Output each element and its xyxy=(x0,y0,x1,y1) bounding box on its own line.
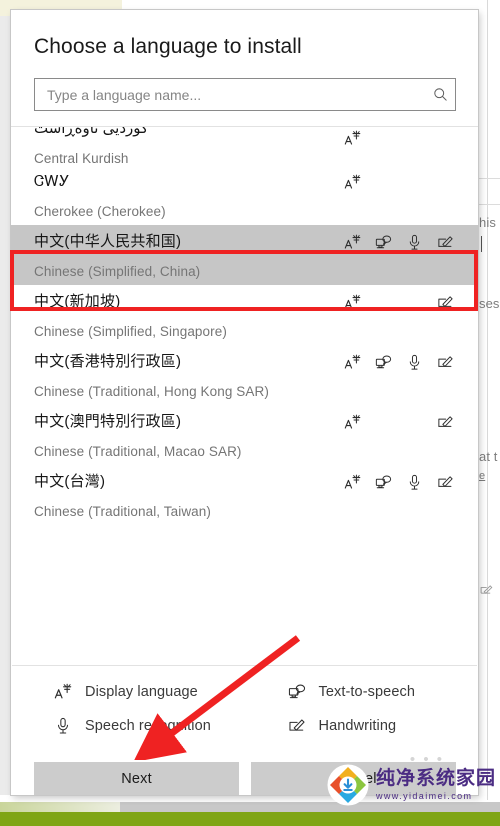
handwriting-icon xyxy=(436,352,456,372)
watermark-logo-icon xyxy=(327,764,369,806)
display-language-icon xyxy=(342,472,362,492)
watermark-text: 纯净系统家园 www.yidaimei.com xyxy=(376,769,496,801)
background-handwriting-icon xyxy=(479,583,493,600)
language-row[interactable]: کوردیی ناوەڕاست Central Kurdish xyxy=(11,127,478,165)
display-language-icon xyxy=(342,172,362,192)
legend-item-label: Display language xyxy=(85,684,198,700)
language-feature-icons xyxy=(342,128,456,148)
background-left-strip xyxy=(0,0,11,795)
display-language-icon xyxy=(342,412,362,432)
legend-item-text-to-speech: Text-to-speech xyxy=(245,682,479,702)
language-feature-icons xyxy=(342,472,456,492)
next-button[interactable]: Next xyxy=(34,762,239,795)
legend-item-label: Speech recognition xyxy=(85,718,211,734)
background-text-caret xyxy=(481,236,482,252)
legend-item-label: Handwriting xyxy=(318,718,397,734)
language-english-name: Cherokee (Cherokee) xyxy=(34,204,166,219)
language-english-name: Chinese (Traditional, Macao SAR) xyxy=(34,444,242,459)
legend-item-handwriting: Handwriting xyxy=(245,716,479,736)
legend-item-speech-recognition: Speech recognition xyxy=(11,716,245,736)
language-english-name: Chinese (Simplified, China) xyxy=(34,264,201,279)
language-row[interactable]: 中文(台灣) Chinese (Traditional, Taiwan) xyxy=(11,465,478,525)
handwriting-icon xyxy=(436,292,456,312)
language-row[interactable]: ᏣᎳᎩ Cherokee (Cherokee) xyxy=(11,165,478,225)
watermark-site-url: www.yidaimei.com xyxy=(375,791,473,801)
language-list[interactable]: کوردیی ناوەڕاست Central Kurdish ᏣᎳᎩ Cheroke… xyxy=(11,127,478,665)
language-feature-icons xyxy=(342,412,456,432)
search-input[interactable] xyxy=(35,86,425,103)
text-to-speech-icon xyxy=(373,472,393,492)
display-language-icon xyxy=(342,352,362,372)
watermark-site-name: 纯净系统家园 xyxy=(375,767,496,789)
language-english-name: Chinese (Simplified, Singapore) xyxy=(34,324,227,339)
background-rule-1 xyxy=(478,178,500,179)
handwriting-icon xyxy=(287,716,307,736)
language-row[interactable]: 中文(中华人民共和国) Chinese (Simplified, China) xyxy=(11,225,478,285)
choose-language-dialog: Choose a language to install کوردیی ناوە… xyxy=(11,10,478,795)
background-bottom-fade xyxy=(0,802,120,812)
display-language-icon xyxy=(342,128,362,148)
language-english-name: Chinese (Traditional, Taiwan) xyxy=(34,504,211,519)
background-text-fragment-2: ses xyxy=(479,296,500,311)
display-language-icon xyxy=(53,682,73,702)
language-english-name: Chinese (Traditional, Hong Kong SAR) xyxy=(34,384,269,399)
background-rule-2 xyxy=(478,204,500,205)
search-icon[interactable] xyxy=(425,86,455,103)
watermark: 纯净系统家园 www.yidaimei.com xyxy=(327,760,496,810)
background-text-fragment-1: his xyxy=(479,215,496,230)
language-row[interactable]: 中文(新加坡) Chinese (Simplified, Singapore) xyxy=(11,285,478,345)
text-to-speech-icon xyxy=(287,682,307,702)
feature-legend: Display language Text-to-speech Speech rec… xyxy=(11,666,478,748)
speech-recognition-icon xyxy=(405,352,425,372)
handwriting-icon xyxy=(436,412,456,432)
language-feature-icons xyxy=(342,232,456,252)
legend-item-label: Text-to-speech xyxy=(318,684,415,700)
language-row[interactable]: 中文(澳門特別行政區) Chinese (Traditional, Macao S… xyxy=(11,405,478,465)
language-feature-icons xyxy=(342,292,456,312)
text-to-speech-icon xyxy=(373,232,393,252)
speech-recognition-icon xyxy=(405,472,425,492)
display-language-icon xyxy=(342,232,362,252)
background-text-fragment-3: at t xyxy=(479,449,498,464)
language-feature-icons xyxy=(342,352,456,372)
background-text-fragment-4: e xyxy=(479,470,486,482)
handwriting-icon xyxy=(436,472,456,492)
language-feature-icons xyxy=(342,172,456,192)
language-search-box[interactable] xyxy=(34,78,456,111)
handwriting-icon xyxy=(436,232,456,252)
dialog-title: Choose a language to install xyxy=(34,35,302,58)
text-to-speech-icon xyxy=(373,352,393,372)
screenshot-root: his ses at t e Choose a language to inst… xyxy=(0,0,500,826)
background-right-border xyxy=(487,0,488,800)
legend-item-display-language: Display language xyxy=(11,682,245,702)
background-bottom-green-bar xyxy=(0,812,500,826)
speech-recognition-icon xyxy=(405,232,425,252)
speech-recognition-icon xyxy=(53,716,73,736)
language-row[interactable]: 中文(香港特別行政區) Chinese (Traditional, Hong Ko… xyxy=(11,345,478,405)
background-right-column xyxy=(478,0,500,800)
display-language-icon xyxy=(342,292,362,312)
